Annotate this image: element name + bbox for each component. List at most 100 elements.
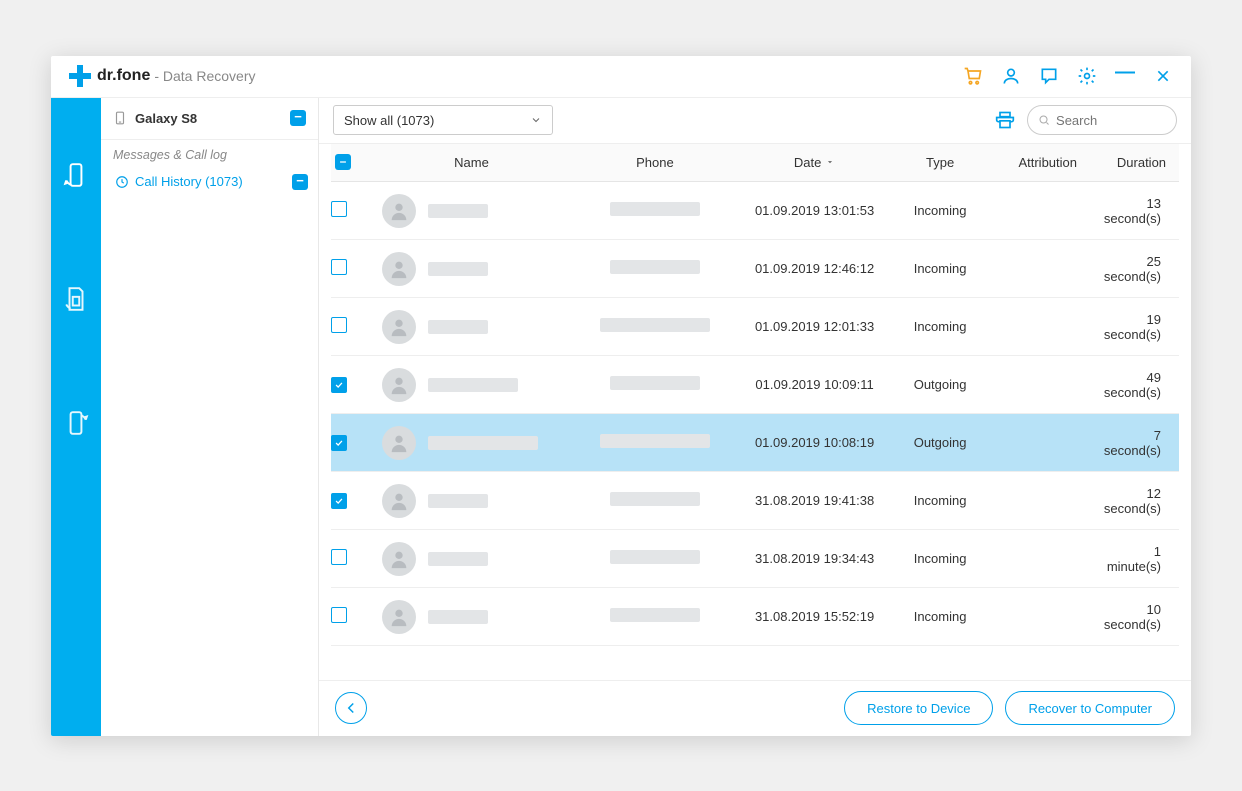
call-history-label: Call History (1073): [135, 174, 292, 189]
redacted-phone: [600, 434, 710, 448]
avatar-icon: [382, 600, 416, 634]
avatar-icon: [382, 252, 416, 286]
logo-icon: [69, 65, 91, 87]
row-checkbox[interactable]: [331, 259, 347, 275]
cell-date: 01.09.2019 12:46:12: [741, 240, 889, 298]
table-row[interactable]: 31.08.2019 19:41:38Incoming12 second(s): [331, 472, 1179, 530]
redacted-phone: [600, 318, 710, 332]
rail-device-sync-icon[interactable]: [59, 406, 93, 440]
sidebar-item-call-history[interactable]: Call History (1073) −: [101, 170, 318, 194]
toolbar: Show all (1073): [319, 98, 1191, 144]
sidebar-section-label: Messages & Call log: [101, 140, 318, 170]
cart-icon[interactable]: [963, 66, 983, 86]
cell-attribution: [992, 298, 1104, 356]
cell-type: Incoming: [889, 182, 992, 240]
avatar-icon: [382, 484, 416, 518]
row-checkbox[interactable]: [331, 549, 347, 565]
redacted-name: [428, 204, 488, 218]
rail-phone-recover-icon[interactable]: [59, 158, 93, 192]
redacted-name: [428, 610, 488, 624]
table-row[interactable]: 31.08.2019 15:52:19Incoming 10 second(s): [331, 588, 1179, 646]
title-actions: —: [963, 66, 1173, 86]
col-attribution[interactable]: Attribution: [992, 144, 1104, 182]
filter-label: Show all (1073): [344, 113, 434, 128]
cell-type: Incoming: [889, 588, 992, 646]
print-button[interactable]: [995, 110, 1015, 130]
avatar-icon: [382, 194, 416, 228]
app-name: dr.fone: [97, 67, 150, 85]
sidebar: Galaxy S8 − Messages & Call log Call His…: [101, 98, 319, 736]
redacted-name: [428, 320, 488, 334]
avatar-icon: [382, 368, 416, 402]
table-row[interactable]: 01.09.2019 10:08:19Outgoing7 second(s): [331, 414, 1179, 472]
cell-date: 01.09.2019 10:09:11: [741, 356, 889, 414]
collapse-callhistory-button[interactable]: −: [292, 174, 308, 190]
table-row[interactable]: 01.09.2019 10:09:11Outgoing49 second(s): [331, 356, 1179, 414]
row-checkbox[interactable]: [331, 317, 347, 333]
row-checkbox[interactable]: [331, 377, 347, 393]
cell-attribution: [992, 182, 1104, 240]
restore-to-device-button[interactable]: Restore to Device: [844, 691, 993, 725]
row-checkbox[interactable]: [331, 201, 347, 217]
redacted-name: [428, 262, 488, 276]
redacted-name: [428, 436, 538, 450]
user-icon[interactable]: [1001, 66, 1021, 86]
history-icon: [115, 175, 129, 189]
close-button[interactable]: [1153, 66, 1173, 86]
row-checkbox[interactable]: [331, 435, 347, 451]
back-button[interactable]: [335, 692, 367, 724]
minimize-button[interactable]: —: [1115, 62, 1135, 82]
nav-rail: [51, 98, 101, 736]
redacted-name: [428, 552, 488, 566]
collapse-device-button[interactable]: −: [290, 110, 306, 126]
cell-date: 01.09.2019 13:01:53: [741, 182, 889, 240]
col-name[interactable]: Name: [374, 144, 570, 182]
sort-desc-icon: [825, 157, 835, 167]
redacted-phone: [610, 608, 700, 622]
rail-sim-recover-icon[interactable]: [59, 282, 93, 316]
app-section: - Data Recovery: [154, 68, 255, 84]
footer: Restore to Device Recover to Computer: [319, 680, 1191, 736]
table-row[interactable]: 01.09.2019 12:46:12Incoming 25 second(s): [331, 240, 1179, 298]
recover-to-computer-button[interactable]: Recover to Computer: [1005, 691, 1175, 725]
settings-icon[interactable]: [1077, 66, 1097, 86]
cell-duration: 19 second(s): [1104, 298, 1179, 356]
cell-duration: 13 second(s): [1104, 182, 1179, 240]
filter-dropdown[interactable]: Show all (1073): [333, 105, 553, 135]
feedback-icon[interactable]: [1039, 66, 1059, 86]
search-box[interactable]: [1027, 105, 1177, 135]
cell-date: 31.08.2019 19:41:38: [741, 472, 889, 530]
app-window: dr.fone - Data Recovery —: [51, 56, 1191, 736]
cell-duration: 10 second(s): [1104, 588, 1179, 646]
select-all-checkbox[interactable]: [335, 154, 351, 170]
cell-attribution: [992, 530, 1104, 588]
col-phone[interactable]: Phone: [569, 144, 740, 182]
table-row[interactable]: 31.08.2019 19:34:43Incoming1 minute(s): [331, 530, 1179, 588]
table-row[interactable]: 01.09.2019 13:01:53Incoming 13 second(s): [331, 182, 1179, 240]
col-type[interactable]: Type: [889, 144, 992, 182]
cell-date: 31.08.2019 15:52:19: [741, 588, 889, 646]
table-container[interactable]: Name Phone Date Type Attribution Duratio…: [319, 144, 1191, 680]
cell-duration: 12 second(s): [1104, 472, 1179, 530]
cell-date: 01.09.2019 12:01:33: [741, 298, 889, 356]
cell-type: Outgoing: [889, 414, 992, 472]
cell-duration: 7 second(s): [1104, 414, 1179, 472]
cell-duration: 25 second(s): [1104, 240, 1179, 298]
chevron-down-icon: [530, 114, 542, 126]
table-row[interactable]: 01.09.2019 12:01:33Incoming19 second(s): [331, 298, 1179, 356]
search-icon: [1038, 113, 1050, 127]
row-checkbox[interactable]: [331, 493, 347, 509]
cell-duration: 1 minute(s): [1104, 530, 1179, 588]
call-table: Name Phone Date Type Attribution Duratio…: [331, 144, 1179, 647]
col-duration[interactable]: Duration: [1104, 144, 1179, 182]
avatar-icon: [382, 542, 416, 576]
search-input[interactable]: [1056, 113, 1166, 128]
main-panel: Show all (1073): [319, 98, 1191, 736]
row-checkbox[interactable]: [331, 607, 347, 623]
titlebar: dr.fone - Data Recovery —: [51, 56, 1191, 98]
device-row[interactable]: Galaxy S8 −: [101, 98, 318, 140]
avatar-icon: [382, 310, 416, 344]
col-date[interactable]: Date: [741, 144, 889, 182]
cell-type: Incoming: [889, 240, 992, 298]
redacted-phone: [610, 260, 700, 274]
